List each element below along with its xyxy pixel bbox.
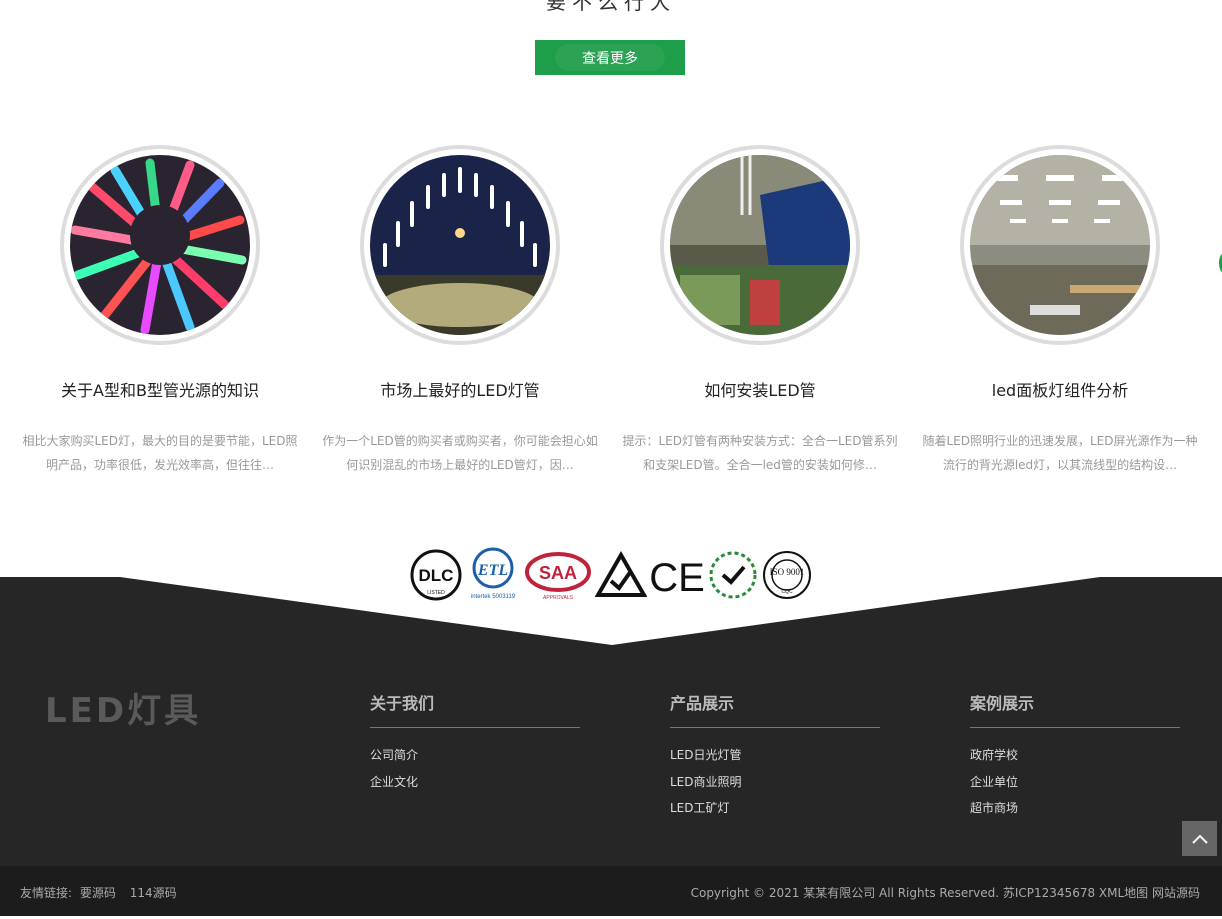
svg-text:ETL: ETL: [477, 562, 508, 579]
footer-column-cases: 案例展示 政府学校 企业单位 超市商场: [970, 690, 1180, 828]
back-to-top-button[interactable]: [1182, 821, 1217, 856]
article-description: 相比大家购买LED灯，最大的目的是要节能，LED照明产品，功率很低，发光效率高，…: [22, 434, 298, 472]
certification-logos: DLC LISTED ETL intertek 5003119 SAA APPR…: [410, 545, 812, 605]
chevron-up-icon: [1191, 834, 1208, 844]
article-description: 随着LED照明行业的迅速发展，LED屏光源作为一种流行的背光源led灯，以其流线…: [922, 434, 1198, 472]
article-title[interactable]: 市场上最好的LED灯管: [310, 380, 610, 402]
article-card[interactable]: 关于A型和B型管光源的知识 相比大家购买LED灯，最大的目的是要节能，LED照明…: [10, 145, 310, 477]
article-description: 提示：LED灯管有两种安装方式：全合一LED管系列和支架LED管。全合一led管…: [622, 434, 898, 472]
article-thumbnail[interactable]: [960, 145, 1160, 345]
friend-link[interactable]: 要源码: [80, 886, 116, 900]
dlc-logo: DLC LISTED: [410, 547, 462, 603]
ccc-logo: [707, 547, 759, 603]
svg-text:SAA: SAA: [539, 563, 577, 583]
rgb-led-tubes-image: [70, 155, 250, 335]
footer-link[interactable]: 公司简介: [370, 748, 580, 775]
footer-link[interactable]: 企业单位: [970, 775, 1180, 802]
footer-logo[interactable]: LED灯具: [45, 683, 201, 732]
ce-logo: CE: [650, 547, 704, 603]
svg-text:CE: CE: [650, 556, 704, 599]
footer-link[interactable]: 政府学校: [970, 748, 1180, 775]
store-install-image: [670, 155, 850, 335]
footer-link[interactable]: 企业文化: [370, 775, 580, 802]
article-description: 作为一个LED管的购买者或购买者，你可能会担心如何识别混乱的市场上最好的LED管…: [322, 434, 598, 472]
footer-link[interactable]: LED日光灯管: [670, 748, 880, 775]
rcm-logo: [595, 547, 647, 603]
article-card[interactable]: led面板灯组件分析 随着LED照明行业的迅速发展，LED屏光源作为一种流行的背…: [910, 145, 1210, 477]
article-thumbnail[interactable]: [360, 145, 560, 345]
article-thumbnail[interactable]: [660, 145, 860, 345]
iso9001-logo: ISO 9001 CQC: [762, 547, 812, 603]
footer-column-products: 产品展示 LED日光灯管 LED商业照明 LED工矿灯: [670, 690, 880, 828]
friend-links: 友情链接: 要源码 114源码: [20, 884, 187, 901]
panel-light-room-image: [970, 155, 1150, 335]
etl-logo: ETL intertek 5003119: [465, 547, 521, 603]
bottom-bar: 友情链接: 要源码 114源码 Copyright © 2021 某某有限公司 …: [0, 866, 1222, 916]
footer-column-title[interactable]: 产品展示: [670, 690, 880, 728]
arch-lights-image: [370, 155, 550, 335]
svg-text:intertek 5003119: intertek 5003119: [471, 594, 516, 600]
copyright-text: Copyright © 2021 某某有限公司 All Rights Reser…: [690, 886, 1200, 900]
article-title[interactable]: 关于A型和B型管光源的知识: [10, 380, 310, 402]
svg-text:DLC: DLC: [419, 566, 454, 585]
footer-link[interactable]: 超市商场: [970, 801, 1180, 828]
article-thumbnail[interactable]: [60, 145, 260, 345]
svg-text:ISO 9001: ISO 9001: [770, 567, 805, 577]
svg-text:LISTED: LISTED: [427, 590, 445, 596]
friend-link[interactable]: 114源码: [130, 886, 177, 900]
view-more-button[interactable]: 查看更多: [535, 40, 685, 75]
article-title[interactable]: led面板灯组件分析: [910, 380, 1210, 402]
article-title[interactable]: 如何安装LED管: [610, 380, 910, 402]
svg-text:APPROVALS: APPROVALS: [543, 595, 574, 601]
article-card[interactable]: 市场上最好的LED灯管 作为一个LED管的购买者或购买者，你可能会担心如何识别混…: [310, 145, 610, 477]
friend-links-label: 友情链接:: [20, 886, 73, 900]
svg-text:CQC: CQC: [781, 589, 793, 595]
footer-column-title[interactable]: 案例展示: [970, 690, 1180, 728]
footer-link[interactable]: LED工矿灯: [670, 801, 880, 828]
footer-column-about: 关于我们 公司简介 企业文化: [370, 690, 580, 801]
footer-link[interactable]: LED商业照明: [670, 775, 880, 802]
saa-logo: SAA APPROVALS: [524, 547, 592, 603]
footer-column-title[interactable]: 关于我们: [370, 690, 580, 728]
section-heading-cut: 要不么行大: [546, 0, 676, 14]
article-card[interactable]: 如何安装LED管 提示：LED灯管有两种安装方式：全合一LED管系列和支架LED…: [610, 145, 910, 477]
